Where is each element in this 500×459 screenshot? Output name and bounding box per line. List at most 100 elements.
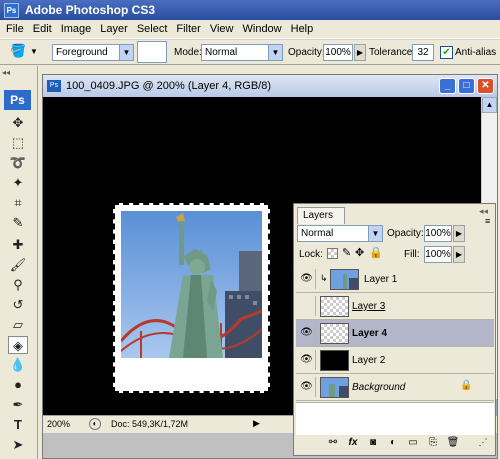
fill-source-select[interactable]: Foreground ▼ xyxy=(52,44,134,61)
slice-tool-icon[interactable]: ✎ xyxy=(8,214,28,232)
magic-wand-tool-icon[interactable]: ✦ xyxy=(8,174,28,192)
fill-slider-button[interactable]: ▶ xyxy=(453,246,465,263)
layer-thumbnail xyxy=(320,296,349,317)
menu-help[interactable]: Help xyxy=(291,23,314,35)
lock-transparency-icon[interactable] xyxy=(327,248,338,259)
layer-row-layer-4[interactable]: 👁 Layer 4 xyxy=(296,320,494,347)
blur-tool-icon[interactable]: 💧 xyxy=(8,356,28,374)
mode-label: Mode: xyxy=(174,47,202,58)
minimize-button[interactable]: _ xyxy=(439,78,456,94)
layer-row-layer-3[interactable]: Layer 3 xyxy=(296,293,494,320)
layer-row-background[interactable]: 👁 Background 🔒 xyxy=(296,374,494,401)
layer-opacity-field[interactable]: 100% xyxy=(424,225,452,242)
layer-opacity-slider-button[interactable]: ▶ xyxy=(453,225,465,242)
visibility-eye-icon[interactable]: 👁 xyxy=(298,323,316,343)
close-button[interactable]: ✕ xyxy=(477,78,494,94)
tolerance-label: Tolerance: xyxy=(369,47,416,58)
layer-thumbnail xyxy=(320,323,349,344)
layer-thumbnail xyxy=(320,377,349,398)
menu-window[interactable]: Window xyxy=(243,23,282,35)
status-arrow-icon[interactable]: ▶ xyxy=(253,418,260,429)
fill-field[interactable]: 100% xyxy=(424,246,452,263)
menu-select[interactable]: Select xyxy=(137,23,168,35)
mode-select[interactable]: Normal ▼ xyxy=(201,44,283,61)
antialias-label: Anti-alias xyxy=(455,47,497,58)
tool-options-bar: 🪣 ▼ Foreground ▼ Mode: Normal ▼ Opacity:… xyxy=(0,39,500,65)
healing-brush-tool-icon[interactable]: ✚ xyxy=(8,236,28,254)
tool-preset-dropdown-icon[interactable]: ▼ xyxy=(30,47,38,64)
antialias-checkbox[interactable]: ✔ xyxy=(440,46,453,59)
layer-thumbnail xyxy=(320,350,349,371)
layer-name: Layer 4 xyxy=(352,328,388,339)
opacity-field[interactable]: 100% xyxy=(323,44,353,61)
layers-list-empty-area xyxy=(296,402,494,435)
lock-pixels-icon[interactable]: ✎ xyxy=(342,246,351,259)
photoshop-icon: Ps xyxy=(4,2,19,18)
crop-tool-icon[interactable]: ⌗ xyxy=(8,194,28,212)
fill-label: Fill: xyxy=(404,249,420,260)
maximize-button[interactable]: □ xyxy=(458,78,475,94)
layer-name: Layer 3 xyxy=(352,301,386,312)
visibility-eye-icon[interactable]: 👁 xyxy=(298,269,316,289)
blend-mode-select[interactable]: Normal ▼ xyxy=(297,225,383,242)
opacity-slider-button[interactable]: ▶ xyxy=(354,44,366,61)
trash-icon[interactable]: 🗑 xyxy=(446,437,460,448)
panel-menu-icon[interactable]: ≡ xyxy=(485,216,490,226)
link-layers-icon[interactable]: ⚯ xyxy=(326,437,340,448)
move-tool-icon[interactable]: ✥ xyxy=(8,114,28,132)
marquee-tool-icon[interactable]: ⬚ xyxy=(8,134,28,152)
clipping-arrow-icon: ↳ xyxy=(320,273,328,283)
new-group-icon[interactable]: ▭ xyxy=(406,437,420,448)
scroll-up-button[interactable]: ▲ xyxy=(482,97,497,113)
paint-bucket-icon[interactable]: 🪣 xyxy=(10,43,26,60)
visibility-eye-icon[interactable]: 👁 xyxy=(298,350,316,370)
pattern-picker[interactable] xyxy=(137,41,167,63)
menu-filter[interactable]: Filter xyxy=(176,23,200,35)
statue-of-liberty-photo xyxy=(121,211,262,358)
photo-thumbnail xyxy=(331,270,358,289)
visibility-toggle-empty[interactable] xyxy=(298,296,316,316)
type-tool-icon[interactable]: T xyxy=(8,416,28,434)
app-title: Adobe Photoshop CS3 xyxy=(25,3,155,17)
tab-layers[interactable]: Layers × xyxy=(297,207,345,237)
layer-style-icon[interactable]: fx xyxy=(346,437,360,448)
new-layer-icon[interactable]: ⎘ xyxy=(426,437,440,448)
menu-layer[interactable]: Layer xyxy=(100,23,128,35)
visibility-eye-icon[interactable]: 👁 xyxy=(298,377,316,397)
photoshop-logo[interactable]: Ps xyxy=(4,90,31,110)
polaroid-frame xyxy=(113,203,270,393)
menu-bar: File Edit Image Layer Select Filter View… xyxy=(0,20,500,39)
lock-position-icon[interactable]: ✥ xyxy=(355,246,364,259)
document-title: 100_0409.JPG @ 200% (Layer 4, RGB/8) xyxy=(66,80,271,92)
path-selection-tool-icon[interactable]: ➤ xyxy=(8,436,28,454)
resize-grip-icon[interactable]: ⋰ xyxy=(476,437,490,448)
history-brush-tool-icon[interactable]: ↺ xyxy=(8,296,28,314)
layer-name: Layer 1 xyxy=(364,274,398,285)
menu-edit[interactable]: Edit xyxy=(33,23,52,35)
layer-row-layer-2[interactable]: 👁 Layer 2 xyxy=(296,347,494,374)
pen-tool-icon[interactable]: ✒ xyxy=(8,396,28,414)
zoom-level[interactable]: 200% xyxy=(47,419,70,429)
chevron-down-icon: ▼ xyxy=(368,226,382,241)
add-mask-icon[interactable]: ◙ xyxy=(366,437,380,448)
layer-name: Background xyxy=(352,382,406,393)
dodge-tool-icon[interactable]: ● xyxy=(8,376,28,394)
menu-view[interactable]: View xyxy=(210,23,234,35)
menu-file[interactable]: File xyxy=(6,23,24,35)
photoshop-doc-icon: Ps xyxy=(47,80,61,92)
paint-bucket-tool-icon[interactable]: ◈ xyxy=(8,336,28,354)
clone-stamp-tool-icon[interactable]: ⚲ xyxy=(8,276,28,294)
menu-image[interactable]: Image xyxy=(61,23,92,35)
photo-artwork xyxy=(121,211,262,358)
collapse-arrows-icon[interactable]: ◂◂ xyxy=(2,68,10,77)
brush-tool-icon[interactable]: 🖌 xyxy=(8,256,28,274)
tolerance-field[interactable]: 32 xyxy=(412,44,434,61)
status-menu-icon[interactable]: ◐ xyxy=(89,418,101,430)
lasso-tool-icon[interactable]: ➰ xyxy=(8,154,28,172)
layers-panel-footer: ⚯ fx ◙ ◐ ▭ ⎘ 🗑 ⋰ xyxy=(296,436,493,453)
layer-opacity-label: Opacity: xyxy=(387,228,424,239)
lock-all-icon[interactable]: 🔒 xyxy=(369,246,383,259)
eraser-tool-icon[interactable]: ▱ xyxy=(8,316,28,334)
layer-row-layer-1[interactable]: 👁 ↳ Layer 1 xyxy=(296,266,494,293)
adjustment-layer-icon[interactable]: ◐ xyxy=(386,437,400,448)
